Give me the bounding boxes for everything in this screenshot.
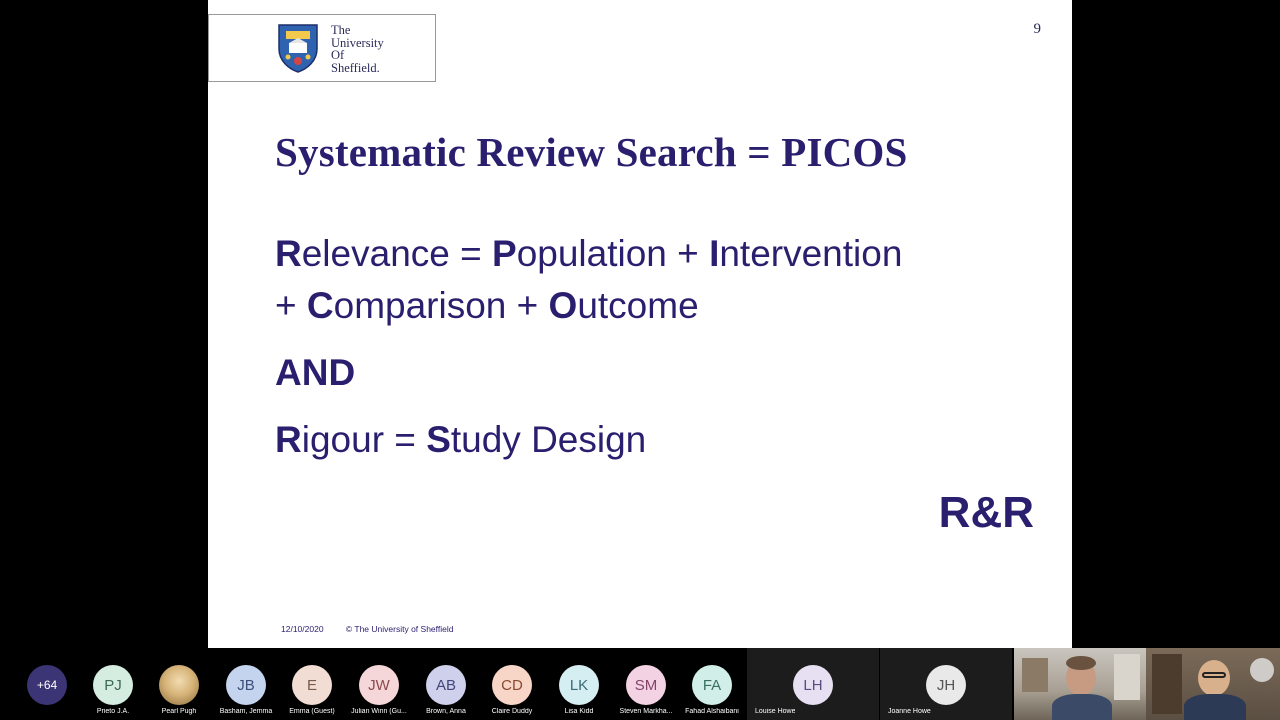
text-segment: opulation + xyxy=(516,233,710,274)
text-segment: + xyxy=(275,285,307,326)
logo-wordmark: The University Of Sheffield. xyxy=(331,24,384,74)
participant-tile[interactable]: SM Steven Markha... xyxy=(613,648,679,720)
logo-line: Of xyxy=(331,48,345,62)
avatar: LH xyxy=(793,665,833,705)
presentation-slide: The University Of Sheffield. 9 Systemati… xyxy=(208,0,1072,648)
letter-r: R xyxy=(275,419,302,460)
logo-line: The xyxy=(331,23,351,37)
slide-footer: 12/10/2020 © The University of Sheffield xyxy=(281,624,453,634)
rigour-line: Rigour = Study Design xyxy=(275,419,646,461)
participant-name: Brown, Anna xyxy=(426,708,466,715)
person-hair xyxy=(1066,656,1096,670)
participant-tile[interactable]: FA Fahad Alshaibani xyxy=(679,648,745,720)
university-logo: The University Of Sheffield. xyxy=(208,14,436,82)
comparison-line: + Comparison + Outcome xyxy=(275,285,699,327)
participant-tile[interactable]: JW Julian Winn (Gu... xyxy=(346,648,412,720)
person-body xyxy=(1052,694,1112,720)
university-crest-icon xyxy=(278,24,318,73)
avatar: AB xyxy=(426,665,466,705)
background-wall xyxy=(1114,654,1140,700)
participant-name: Basham, Jemma xyxy=(219,708,273,715)
letter-r: R xyxy=(275,233,302,274)
background-bookcase xyxy=(1152,654,1182,714)
relevance-line: Relevance = Population + Intervention xyxy=(275,233,902,275)
participant-strip: +64 PJ Prieto J.A. Pearl Pugh JB Basham,… xyxy=(0,648,1280,720)
avatar: LK xyxy=(559,665,599,705)
letter-i: I xyxy=(709,233,720,274)
glasses-icon xyxy=(1202,672,1226,678)
participant-tile[interactable]: CD Claire Duddy xyxy=(479,648,545,720)
participant-overflow[interactable]: +64 xyxy=(14,648,80,720)
participant-name: Louise Howe xyxy=(755,708,796,715)
text-segment: omparison + xyxy=(333,285,549,326)
more-participants-badge[interactable]: +64 xyxy=(27,665,67,705)
text-segment: tudy Design xyxy=(450,419,647,460)
participant-tile[interactable]: JB Basham, Jemma xyxy=(213,648,279,720)
avatar: PJ xyxy=(93,665,133,705)
text-segment: elevance = xyxy=(301,233,493,274)
and-line: AND xyxy=(275,352,356,393)
avatar: JB xyxy=(226,665,266,705)
background-lamp xyxy=(1250,658,1274,682)
participant-tile[interactable]: AB Brown, Anna xyxy=(413,648,479,720)
participant-tile[interactable]: PJ Prieto J.A. xyxy=(80,648,146,720)
avatar: E xyxy=(292,665,332,705)
participant-name: Joanne Howe xyxy=(888,708,931,715)
person-body xyxy=(1184,694,1246,720)
text-segment: igour = xyxy=(301,419,427,460)
avatar: JH xyxy=(926,665,966,705)
participant-name: Prieto J.A. xyxy=(96,708,130,715)
letter-s: S xyxy=(426,419,451,460)
participant-name: Claire Duddy xyxy=(491,708,533,715)
slide-page-number: 9 xyxy=(1033,21,1042,37)
letter-o: O xyxy=(548,285,578,326)
letter-p: P xyxy=(492,233,517,274)
avatar: CD xyxy=(492,665,532,705)
participant-tile[interactable]: Pearl Pugh xyxy=(146,648,212,720)
participant-name: Pearl Pugh xyxy=(161,708,197,715)
person-head xyxy=(1198,660,1230,696)
text-segment: utcome xyxy=(577,285,699,326)
avatar: SM xyxy=(626,665,666,705)
participant-name: Emma (Guest) xyxy=(289,708,335,715)
r-and-r-label: R&R xyxy=(938,488,1034,537)
avatar: FA xyxy=(692,665,732,705)
slide-title: Systematic Review Search = PICOS xyxy=(275,129,908,175)
participant-name: Lisa Kidd xyxy=(564,708,594,715)
participant-tile[interactable]: LK Lisa Kidd xyxy=(546,648,612,720)
footer-date: 12/10/2020 xyxy=(281,624,324,634)
text-segment: ntervention xyxy=(719,233,903,274)
participant-name: Steven Markha... xyxy=(619,708,673,715)
footer-copyright: © The University of Sheffield xyxy=(345,624,454,634)
participant-tile[interactable]: LH Louise Howe xyxy=(747,648,879,720)
participant-name: Fahad Alshaibani xyxy=(685,708,739,715)
participant-video[interactable] xyxy=(1146,648,1280,720)
logo-line: Sheffield. xyxy=(331,60,380,75)
avatar-photo xyxy=(159,665,199,705)
avatar: JW xyxy=(359,665,399,705)
letter-c: C xyxy=(306,285,334,326)
participant-tile[interactable]: JH Joanne Howe xyxy=(880,648,1012,720)
background-shelf xyxy=(1022,658,1048,692)
participant-name: Julian Winn (Gu... xyxy=(351,708,407,715)
participant-video[interactable] xyxy=(1014,648,1146,720)
participant-tile[interactable]: E Emma (Guest) xyxy=(279,648,345,720)
